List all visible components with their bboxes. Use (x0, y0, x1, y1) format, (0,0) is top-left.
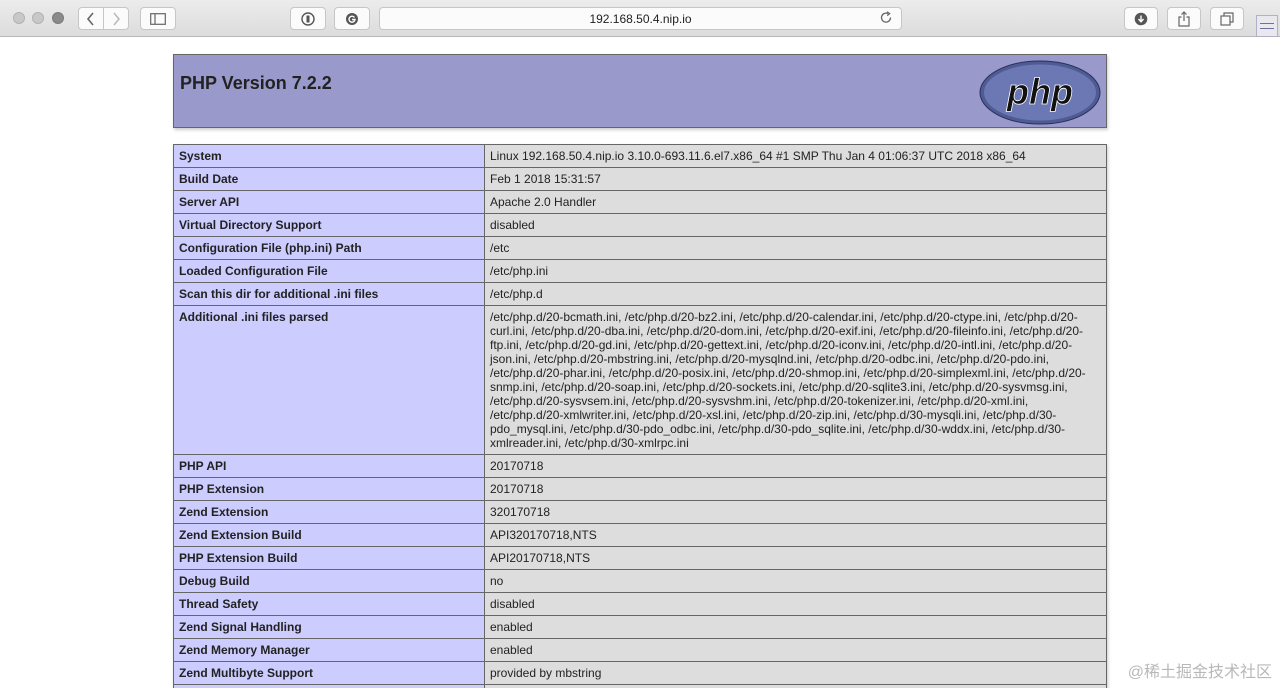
row-value: 20170718 (484, 454, 1107, 478)
minimize-window-button[interactable] (32, 12, 44, 24)
row-label: Zend Signal Handling (173, 615, 485, 639)
php-logo: php (979, 60, 1101, 125)
table-row: Scan this dir for additional .ini files /… (173, 282, 1107, 306)
table-row: Additional .ini files parsed/etc/php.d/2… (173, 305, 1107, 455)
row-value: /etc/php.d/20-bcmath.ini, /etc/php.d/20-… (484, 305, 1107, 455)
row-value: /etc/php.d (484, 282, 1107, 306)
reload-icon[interactable] (879, 11, 893, 25)
row-label: System (173, 144, 485, 168)
sidebar-button[interactable] (140, 7, 176, 30)
table-row (173, 684, 1107, 688)
tabs-overview-button[interactable] (1210, 7, 1244, 30)
row-label: Server API (173, 190, 485, 214)
row-value: API20170718,NTS (484, 546, 1107, 570)
row-label (173, 684, 485, 688)
reader-icon (301, 11, 315, 26)
row-value: /etc (484, 236, 1107, 260)
page-title: PHP Version 7.2.2 (180, 73, 332, 93)
row-label: PHP Extension (173, 477, 485, 501)
row-value: Linux 192.168.50.4.nip.io 3.10.0-693.11.… (484, 144, 1107, 168)
row-label: Zend Extension (173, 500, 485, 524)
page-content: PHP Version 7.2.2 php System Linux 192.16… (0, 38, 1280, 688)
php-info-table: System Linux 192.168.50.4.nip.io 3.10.0-6… (173, 144, 1107, 688)
table-row: Server API Apache 2.0 Handler (173, 190, 1107, 214)
table-row: Loaded Configuration File/etc/php.ini (173, 259, 1107, 283)
reader-button[interactable] (290, 7, 326, 30)
back-button[interactable] (78, 7, 104, 30)
table-row: Thread Safety disabled (173, 592, 1107, 616)
row-value: provided by mbstring (484, 661, 1107, 685)
maximize-window-button[interactable] (52, 12, 64, 24)
php-version-header: PHP Version 7.2.2 php (173, 54, 1107, 128)
url-text: 192.168.50.4.nip.io (589, 11, 692, 26)
row-value: Apache 2.0 Handler (484, 190, 1107, 214)
row-value: Feb 1 2018 15:31:57 (484, 167, 1107, 191)
row-value: API320170718,NTS (484, 523, 1107, 547)
row-label: Debug Build (173, 569, 485, 593)
tabs-icon (1220, 11, 1234, 26)
page-menu-icon[interactable] (1256, 15, 1278, 37)
table-row: Debug Build no (173, 569, 1107, 593)
table-row: System Linux 192.168.50.4.nip.io 3.10.0-6… (173, 144, 1107, 168)
row-label: Thread Safety (173, 592, 485, 616)
row-label: Zend Memory Manager (173, 638, 485, 662)
row-value: disabled (484, 592, 1107, 616)
table-row: PHP Extension Build API20170718,NTS (173, 546, 1107, 570)
row-label: Zend Multibyte Support (173, 661, 485, 685)
row-value: enabled (484, 638, 1107, 662)
watermark: @稀土掘金技术社区 (1127, 664, 1272, 681)
forward-icon (113, 11, 121, 26)
table-row: Virtual Directory Support disabled (173, 213, 1107, 237)
download-icon (1134, 12, 1148, 25)
row-label: PHP Extension Build (173, 546, 485, 570)
row-label: Zend Extension Build (173, 523, 485, 547)
table-row: Zend Memory Manager enabled (173, 638, 1107, 662)
row-label: Additional .ini files parsed (173, 305, 485, 455)
row-value: 320170718 (484, 500, 1107, 524)
row-value: no (484, 569, 1107, 593)
table-row: PHP API 20170718 (173, 454, 1107, 478)
extension-button[interactable] (334, 7, 370, 30)
table-row: Configuration File (php.ini) Path/etc (173, 236, 1107, 260)
row-label: Loaded Configuration File (173, 259, 485, 283)
table-row: Zend Extension Build API320170718,NTS (173, 523, 1107, 547)
row-value: /etc/php.ini (484, 259, 1107, 283)
share-icon (1178, 10, 1190, 27)
back-icon (86, 11, 94, 26)
table-row: Zend Multibyte Support provided by mbstri… (173, 661, 1107, 685)
forward-button[interactable] (103, 7, 129, 30)
table-row: PHP Extension 20170718 (173, 477, 1107, 501)
downloads-button[interactable] (1124, 7, 1158, 30)
table-row: Zend Extension 320170718 (173, 500, 1107, 524)
row-label: PHP API (173, 454, 485, 478)
row-label: Scan this dir for additional .ini files (173, 282, 485, 306)
extension-icon (346, 12, 358, 25)
row-label: Virtual Directory Support (173, 213, 485, 237)
share-button[interactable] (1167, 7, 1201, 30)
address-bar[interactable]: 192.168.50.4.nip.io (379, 7, 902, 30)
row-value (484, 684, 1107, 688)
row-value: enabled (484, 615, 1107, 639)
row-label: Build Date (173, 167, 485, 191)
sidebar-icon (150, 12, 166, 25)
table-row: Zend Signal Handling enabled (173, 615, 1107, 639)
row-value: 20170718 (484, 477, 1107, 501)
close-window-button[interactable] (13, 12, 25, 24)
table-row: Build Date Feb 1 2018 15:31:57 (173, 167, 1107, 191)
svg-text:php: php (1006, 71, 1073, 112)
row-label: Configuration File (php.ini) Path (173, 236, 485, 260)
row-value: disabled (484, 213, 1107, 237)
browser-toolbar: 192.168.50.4.nip.io (0, 0, 1280, 37)
